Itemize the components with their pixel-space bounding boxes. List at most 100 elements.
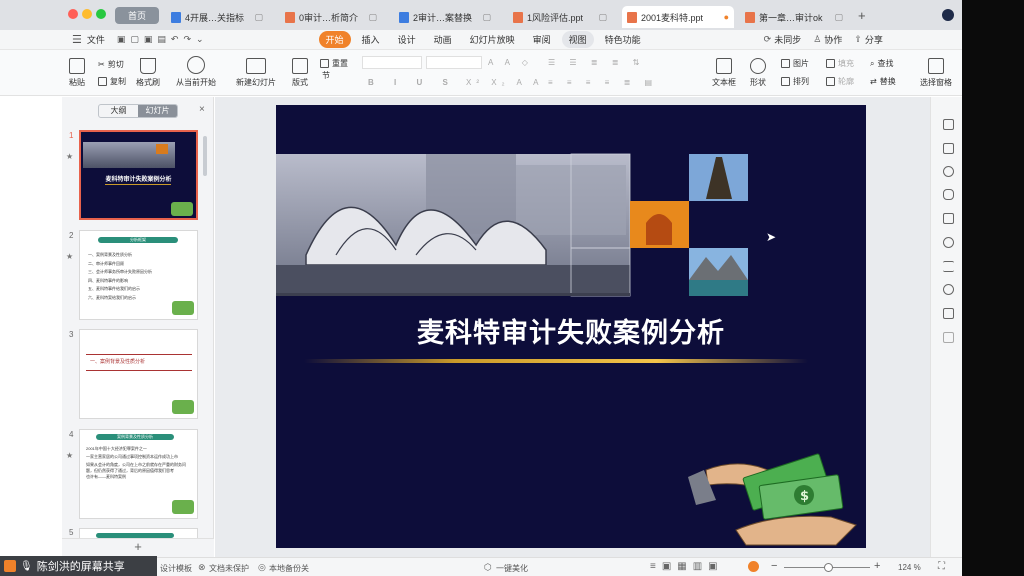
design-template-button[interactable]: 设计模板 xyxy=(160,563,192,574)
fill-icon[interactable] xyxy=(943,166,954,177)
one-click-beautify-button[interactable]: 一键美化 xyxy=(496,563,528,574)
tab-close-icon[interactable]: ▢ xyxy=(594,12,607,23)
list-icons[interactable]: ☰ ☰ ≣ ≣ ⇅ xyxy=(548,58,645,67)
new-slide-button[interactable]: 新建幻灯片 xyxy=(236,58,276,88)
panel-scrollbar[interactable] xyxy=(203,136,207,176)
layout-icon xyxy=(292,58,308,74)
microphone-icon[interactable]: 🎙 xyxy=(20,561,33,572)
share-button[interactable]: 分享 xyxy=(865,33,883,46)
font-size-select[interactable] xyxy=(426,56,482,69)
gallery-icon[interactable] xyxy=(943,308,954,319)
tab-doc-2001[interactable]: 2001麦科特.ppt ● xyxy=(622,6,734,28)
section-button[interactable]: 节 xyxy=(322,70,330,81)
settings-sliders-icon[interactable] xyxy=(943,261,954,272)
replace-button[interactable]: ⇄ 替换 xyxy=(870,76,896,87)
slide-thumb-4[interactable]: 案例背景及性质分析 2001年中国十大经济犯罪案件之一 一家主营家居的公司通过事… xyxy=(79,429,198,519)
text-box-button[interactable]: 文本框 xyxy=(712,58,736,88)
sync-icon: ⟳ xyxy=(763,34,772,44)
tab-doc-chapter1[interactable]: 第一章…审计ok ▢ xyxy=(740,6,848,28)
arrange-button[interactable]: 排列 xyxy=(781,76,809,87)
play-slideshow-icon[interactable] xyxy=(748,561,759,572)
tab-close-icon[interactable]: ▢ xyxy=(478,12,491,23)
outline-icon xyxy=(826,77,835,86)
select-pane-button[interactable]: 选择窗格 xyxy=(920,58,952,88)
hamburger-icon[interactable]: ☰ xyxy=(72,33,82,46)
cut-button[interactable]: ✂ 剪切 xyxy=(98,59,124,70)
fill-button[interactable]: 填充 xyxy=(826,58,854,69)
zoom-slider-thumb[interactable] xyxy=(824,563,833,572)
unsaved-dot-icon[interactable]: ● xyxy=(720,12,729,22)
find-button[interactable]: ⌕ 查找 xyxy=(870,58,893,69)
tab-doc-4[interactable]: 4开展…关指标 ▢ xyxy=(166,6,268,28)
beautify-icon: ⬡ xyxy=(484,562,492,572)
history-icon[interactable] xyxy=(943,284,954,295)
text-color-icons[interactable]: X² X₂ A A xyxy=(466,78,543,87)
tab-close-icon[interactable]: ▢ xyxy=(364,12,377,23)
slide-thumb-5[interactable] xyxy=(79,528,198,538)
outline-button[interactable]: 轮廓 xyxy=(826,76,854,87)
zoom-out-icon[interactable]: − xyxy=(771,560,777,572)
reset-button[interactable]: 重置 xyxy=(320,58,348,69)
tab-start[interactable]: 开始 xyxy=(318,31,351,48)
collab-button[interactable]: 协作 xyxy=(824,33,842,46)
quick-access-icons[interactable]: ▣▢▣▤↶↷⌄ xyxy=(117,34,209,45)
minimize-window-icon[interactable] xyxy=(82,9,92,19)
tab-view[interactable]: 视图 xyxy=(561,31,594,48)
shape-button[interactable]: 形状 xyxy=(750,58,766,88)
magic-icon[interactable] xyxy=(943,237,954,248)
arrange-icon xyxy=(781,77,790,86)
zoom-level[interactable]: 124 % xyxy=(898,563,921,572)
layers-icon[interactable] xyxy=(943,213,954,224)
tab-design[interactable]: 设计 xyxy=(391,31,423,48)
text-style-icons[interactable]: B I U S xyxy=(368,78,457,87)
layout-button[interactable]: 版式 xyxy=(292,58,308,88)
animation-icon[interactable] xyxy=(943,143,954,154)
backup-status[interactable]: 本地备份关 xyxy=(269,563,309,574)
slides-tab[interactable]: 幻灯片 xyxy=(138,105,177,117)
new-tab-icon[interactable]: + xyxy=(858,8,866,23)
add-slide-button[interactable]: + xyxy=(62,538,214,557)
file-menu[interactable]: 文件 xyxy=(87,33,105,46)
maximize-window-icon[interactable] xyxy=(96,9,106,19)
slide-thumb-1[interactable]: 麦科特审计失败案例分析 xyxy=(79,130,198,220)
tab-features[interactable]: 特色功能 xyxy=(598,31,648,48)
tab-close-icon[interactable]: ▢ xyxy=(250,12,263,23)
slide-1[interactable]: $ 麦科特审计失败案例分析 xyxy=(276,105,866,548)
tab-animation[interactable]: 动画 xyxy=(427,31,459,48)
format-painter-button[interactable]: 格式刷 xyxy=(136,58,160,88)
slide-thumb-3[interactable]: 一、案例背景及性质分析 xyxy=(79,329,198,419)
tab-doc-2[interactable]: 2审计…案替换 ▢ xyxy=(394,6,496,28)
zoom-in-icon[interactable]: + xyxy=(874,560,880,572)
sync-status[interactable]: 未同步 xyxy=(774,33,801,46)
tab-insert[interactable]: 插入 xyxy=(355,31,387,48)
align-icons[interactable]: ≡ ≡ ≡ ≡ ≣ ▤ xyxy=(548,78,658,87)
tab-review[interactable]: 审阅 xyxy=(526,31,558,48)
document-protection-status[interactable]: 文档未保护 xyxy=(209,563,249,574)
slide-thumb-2[interactable]: 分析框架 一、案例背景及性质分析 二、审计师事件回顾 三、会计师事务所审计失败原… xyxy=(79,230,198,320)
font-size-adjust-icons[interactable]: A A ◇ xyxy=(488,58,533,67)
tab-slideshow[interactable]: 幻灯片放映 xyxy=(463,31,522,48)
close-panel-icon[interactable]: × xyxy=(199,104,205,115)
close-window-icon[interactable] xyxy=(68,9,78,19)
picture-button[interactable]: 图片 xyxy=(781,58,809,69)
avatar[interactable] xyxy=(942,9,954,21)
shield-icon[interactable] xyxy=(943,189,954,200)
screen-share-banner: 🎙 陈剑洪的屏幕共享 xyxy=(0,556,157,576)
fit-window-icon[interactable]: ⛶ xyxy=(938,561,945,572)
paste-button[interactable]: 粘贴 xyxy=(69,58,85,88)
unprotected-icon: ⊗ xyxy=(198,562,206,572)
property-icon[interactable] xyxy=(943,119,954,130)
eiffel-tower-photo xyxy=(689,154,748,201)
outline-tab[interactable]: 大纲 xyxy=(99,105,138,117)
tab-close-icon[interactable]: ▢ xyxy=(830,12,843,23)
view-mode-icons[interactable]: ≡▣▦▥▣ xyxy=(650,561,724,572)
tab-doc-0[interactable]: 0审计…析简介 ▢ xyxy=(280,6,382,28)
shape-icon xyxy=(750,58,766,74)
copy-button[interactable]: 复制 xyxy=(98,76,126,87)
play-from-current-button[interactable]: 从当前开始 xyxy=(176,56,216,88)
cube-icon[interactable] xyxy=(943,332,954,343)
tab-home[interactable]: 首页 xyxy=(115,7,159,24)
font-name-select[interactable] xyxy=(362,56,422,69)
slide-title[interactable]: 麦科特审计失败案例分析 xyxy=(276,311,866,350)
tab-doc-1[interactable]: 1风险评估.ppt ▢ xyxy=(508,6,612,28)
